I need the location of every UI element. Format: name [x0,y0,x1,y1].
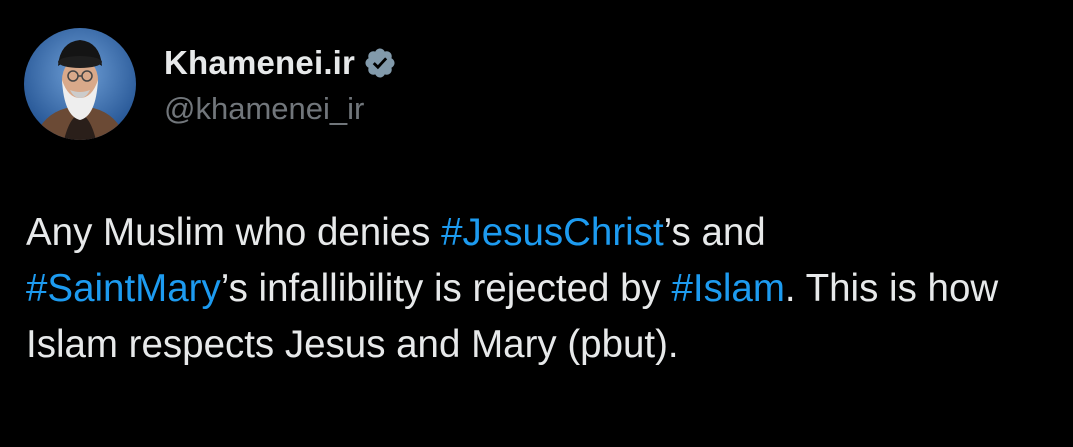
author-handle[interactable]: @khamenei_ir [164,91,397,127]
author-display-name[interactable]: Khamenei.ir [164,44,355,82]
verified-badge-icon [363,46,397,80]
name-row: Khamenei.ir [164,41,397,85]
tweet-text: Any Muslim who denies #JesusChrist’s and… [26,205,1056,373]
avatar-image [24,28,136,140]
tweet-text-segment: ’s and [663,211,766,254]
hashtag-link-saintmary[interactable]: #SaintMary [26,267,221,310]
hashtag-link-islam[interactable]: #Islam [672,267,785,310]
tweet-header: Khamenei.ir @khamenei_ir [24,24,397,144]
tweet-card: Khamenei.ir @khamenei_ir Any Muslim who … [0,0,1073,447]
tweet-text-segment: Any Muslim who denies [26,211,442,254]
avatar[interactable] [24,28,136,140]
author-identity: Khamenei.ir @khamenei_ir [164,41,397,127]
tweet-text-segment: ’s infallibility is rejected by [220,267,672,310]
hashtag-link-jesuschrist[interactable]: #JesusChrist [441,211,664,254]
